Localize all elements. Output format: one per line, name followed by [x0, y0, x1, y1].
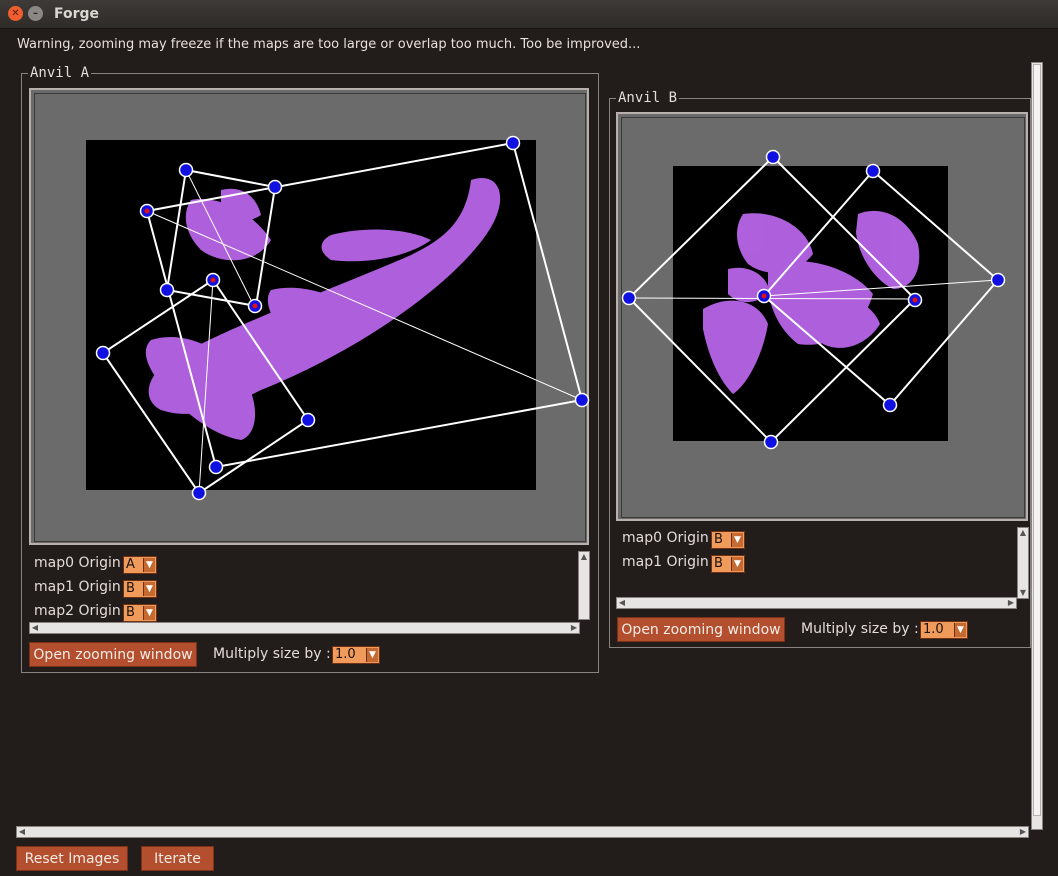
anvil-b-multiply-label: Multiply size by :: [801, 621, 919, 637]
anvil-a-map1-label: map1 Origin: [34, 579, 121, 595]
scroll-up-icon[interactable]: ▲: [579, 552, 589, 562]
chevron-down-icon: ▼: [731, 557, 743, 571]
anvil-a-canvas[interactable]: [29, 88, 591, 547]
warning-text: Warning, zooming may freeze if the maps …: [17, 37, 641, 52]
chevron-down-icon: ▼: [143, 606, 155, 620]
anvil-b-title: Anvil B: [616, 90, 680, 106]
scroll-right-icon[interactable]: ▶: [569, 623, 579, 633]
anvil-a-map2-label: map2 Origin: [34, 603, 121, 619]
iterate-button[interactable]: Iterate: [141, 846, 214, 871]
anvil-b-map1-origin-select[interactable]: B ▼: [711, 555, 745, 573]
scroll-right-icon[interactable]: ▶: [1018, 827, 1028, 837]
anvil-a-map2-origin-select[interactable]: B ▼: [123, 604, 157, 622]
chevron-down-icon: ▼: [731, 533, 743, 547]
chevron-down-icon: ▼: [143, 582, 155, 596]
anvil-a-title: Anvil A: [28, 65, 92, 81]
reset-images-button[interactable]: Reset Images: [16, 846, 128, 871]
anvil-b-map1-label: map1 Origin: [622, 554, 709, 570]
anvil-b-multiply-select[interactable]: 1.0 ▼: [920, 621, 968, 639]
anvil-b-open-zoom-button[interactable]: Open zooming window: [617, 617, 785, 642]
scroll-down-icon[interactable]: ▼: [1018, 588, 1028, 598]
anvil-a-open-zoom-button[interactable]: Open zooming window: [29, 642, 197, 667]
main-horizontal-scrollbar[interactable]: ◀ ▶: [16, 826, 1029, 838]
scroll-left-icon[interactable]: ◀: [30, 623, 40, 633]
scroll-left-icon[interactable]: ◀: [17, 827, 27, 837]
anvil-a-map-overlay[interactable]: [31, 90, 591, 547]
anvil-b-map0-origin-select[interactable]: B ▼: [711, 531, 745, 549]
anvil-b-panel: Anvil B map0 Origin B ▼ map1 Origin B ▼ …: [609, 90, 1031, 648]
anvil-b-map0-label: map0 Origin: [622, 530, 709, 546]
title-bar: ✕ – Forge: [0, 0, 1058, 29]
window-title: Forge: [54, 6, 100, 22]
anvil-a-list-horizontal-scrollbar[interactable]: ◀ ▶: [29, 622, 580, 634]
anvil-b-canvas[interactable]: [616, 112, 1028, 521]
anvil-b-list-horizontal-scrollbar[interactable]: ◀ ▶: [616, 597, 1017, 609]
chevron-down-icon: ▼: [366, 648, 378, 662]
main-vertical-scroll-thumb[interactable]: [1033, 64, 1041, 816]
scroll-up-icon[interactable]: ▲: [1018, 528, 1028, 538]
anvil-a-map1-origin-select[interactable]: B ▼: [123, 580, 157, 598]
anvil-a-list-vertical-scrollbar[interactable]: ▲: [578, 551, 590, 620]
chevron-down-icon: ▼: [143, 558, 155, 572]
anvil-a-map0-origin-select[interactable]: A ▼: [123, 556, 157, 574]
anvil-a-multiply-label: Multiply size by :: [213, 646, 331, 662]
chevron-down-icon: ▼: [954, 623, 966, 637]
anvil-a-multiply-select[interactable]: 1.0 ▼: [332, 646, 380, 664]
dragon-fractal-shape: [703, 210, 920, 394]
anvil-b-map-overlay[interactable]: [618, 114, 1030, 523]
minimize-window-icon[interactable]: –: [28, 6, 43, 21]
anvil-a-map0-label: map0 Origin: [34, 555, 121, 571]
scroll-left-icon[interactable]: ◀: [617, 598, 627, 608]
main-vertical-scrollbar[interactable]: [1031, 62, 1043, 830]
scroll-right-icon[interactable]: ▶: [1006, 598, 1016, 608]
anvil-b-list-vertical-scrollbar[interactable]: ▲ ▼: [1017, 527, 1029, 599]
anvil-a-panel: Anvil A map0 Origin A ▼ map1 Origin B ▼ …: [21, 65, 599, 673]
close-window-icon[interactable]: ✕: [8, 6, 23, 21]
